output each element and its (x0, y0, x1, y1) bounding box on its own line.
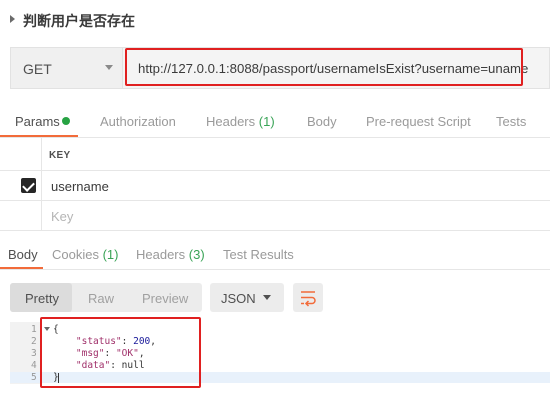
response-tab-cookies[interactable]: Cookies (1) (52, 247, 118, 262)
response-highlight-box (40, 317, 201, 388)
chevron-down-icon[interactable] (105, 65, 113, 70)
response-tab-body[interactable]: Body (8, 247, 38, 262)
tab-tests[interactable]: Tests (496, 114, 526, 129)
response-tab-headers-count: (3) (188, 247, 205, 262)
new-key-input[interactable]: Key (51, 209, 73, 224)
tab-headers-label: Headers (206, 114, 256, 129)
tab-authorization[interactable]: Authorization (100, 114, 176, 129)
column-divider (41, 138, 42, 231)
params-indicator-dot (62, 117, 70, 125)
line-number: 4 (31, 360, 37, 371)
chevron-down-icon (263, 295, 271, 300)
line-number: 2 (31, 336, 37, 347)
response-tab-headers-label: Headers (136, 247, 186, 262)
method-label: GET (23, 61, 52, 77)
line-number: 5 (31, 372, 37, 383)
tab-body[interactable]: Body (307, 114, 337, 129)
response-tabs-divider (0, 269, 550, 270)
wrap-lines-button[interactable] (293, 283, 323, 312)
line-number: 1 (31, 324, 37, 335)
tab-params[interactable]: Params (15, 114, 60, 129)
preview-button[interactable]: Preview (142, 291, 188, 306)
wrap-lines-icon (301, 291, 316, 307)
tab-pre-request-script[interactable]: Pre-request Script (366, 114, 471, 129)
url-highlight-box (125, 48, 523, 86)
expand-caret-icon[interactable] (10, 15, 15, 23)
pretty-label: Pretty (25, 291, 59, 306)
key-column-header: KEY (49, 150, 71, 161)
param-row-empty (0, 201, 550, 231)
response-tab-cookies-count: (1) (102, 247, 119, 262)
tab-headers-count: (1) (258, 114, 275, 129)
request-title[interactable]: 判断用户是否存在 (23, 11, 135, 31)
tab-headers[interactable]: Headers (1) (206, 114, 275, 129)
raw-button[interactable]: Raw (88, 291, 114, 306)
param-key-input[interactable]: username (51, 179, 109, 194)
params-header-row (0, 138, 550, 171)
response-tab-headers[interactable]: Headers (3) (136, 247, 205, 262)
response-tab-cookies-label: Cookies (52, 247, 99, 262)
response-tab-test-results[interactable]: Test Results (223, 247, 294, 262)
language-label: JSON (221, 291, 256, 306)
line-number: 3 (31, 348, 37, 359)
